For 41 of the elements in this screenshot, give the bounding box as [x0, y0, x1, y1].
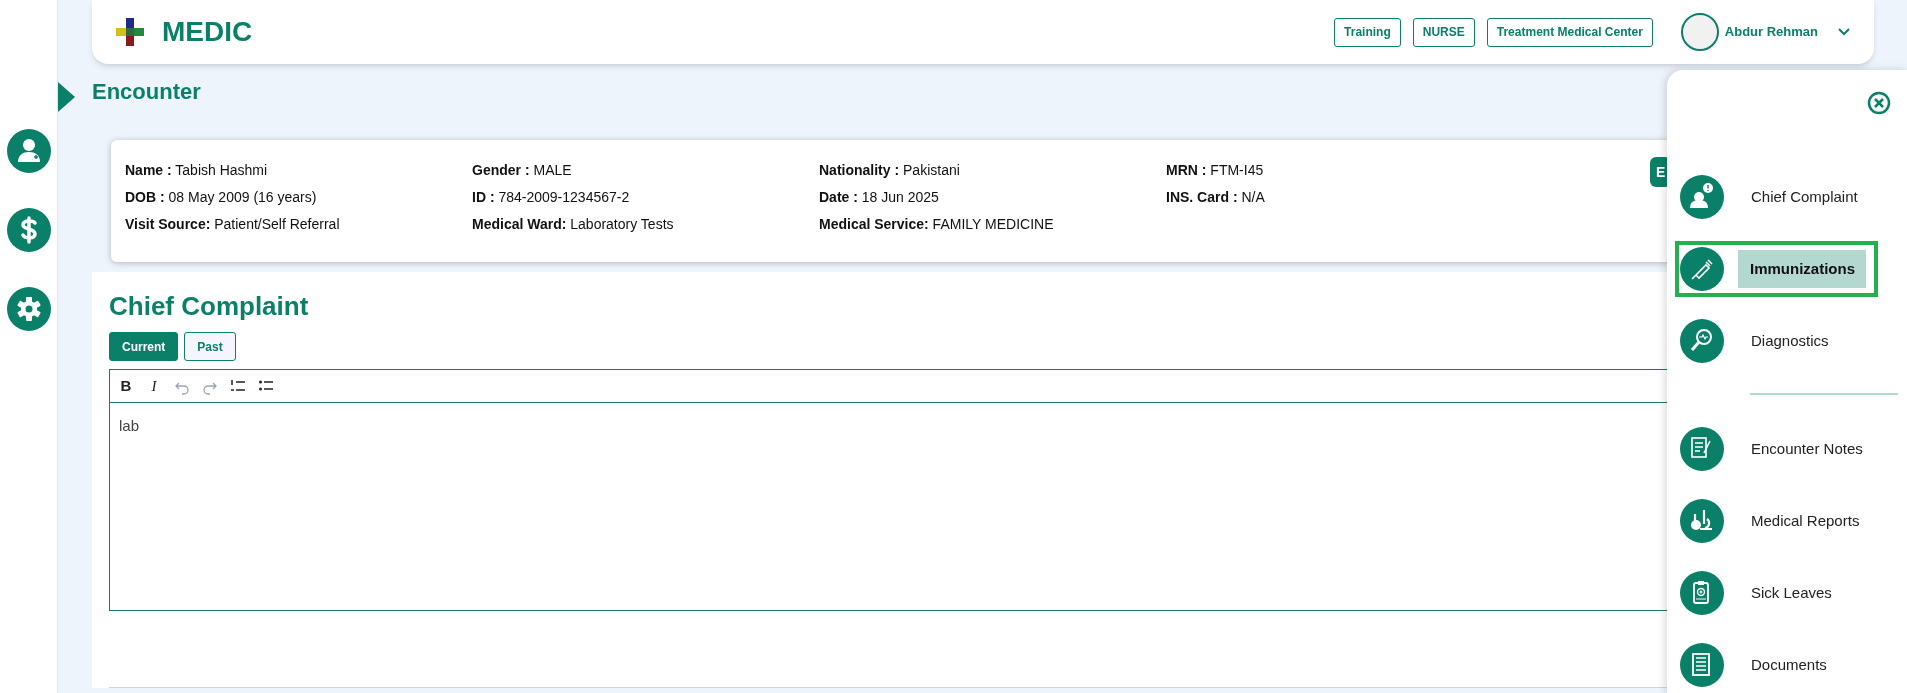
patient-field: Gender : MALE	[472, 160, 819, 181]
side-menu-item[interactable]: Diagnostics	[1680, 317, 1898, 365]
tab[interactable]: Past	[184, 332, 236, 361]
triangle-marker-icon	[58, 82, 75, 112]
dollar-icon[interactable]	[6, 208, 51, 252]
documents-icon	[1680, 643, 1724, 687]
patient-field: Medical Service: FAMILY MEDICINE	[819, 214, 1166, 235]
patient-field: Name : Tabish Hashmi	[125, 160, 472, 181]
tab[interactable]: Current	[109, 332, 179, 361]
patient-field: Date : 18 Jun 2025	[819, 187, 1166, 208]
complaint-icon	[1680, 175, 1724, 219]
notes-icon	[1680, 427, 1724, 471]
side-menu-item[interactable]: Documents	[1680, 641, 1898, 689]
patient-field: INS. Card : N/A	[1166, 187, 1513, 208]
user-avatar[interactable]	[1680, 13, 1719, 51]
chevron-down-icon[interactable]	[1838, 28, 1850, 36]
user-name[interactable]: Abdur Rehman	[1724, 22, 1818, 42]
bold-button[interactable]: B	[118, 374, 134, 398]
italic-button[interactable]: I	[146, 374, 162, 398]
lab-icon	[1680, 499, 1724, 543]
patient-field: DOB : 08 May 2009 (16 years)	[125, 187, 472, 208]
magnifier-icon	[1680, 319, 1724, 363]
patient-field: Visit Source: Patient/Self Referral	[125, 214, 472, 235]
section-title: Chief Complaint	[109, 290, 309, 322]
close-icon[interactable]	[1867, 91, 1891, 115]
syringe-icon	[1680, 247, 1724, 291]
app-logo-text: MEDIC	[162, 15, 253, 49]
settings-icon[interactable]	[6, 287, 51, 331]
patient-field: MRN : FTM-I45	[1166, 160, 1513, 181]
side-menu-item[interactable]: Immunizations	[1675, 241, 1878, 297]
doctor-icon[interactable]	[6, 129, 51, 173]
header-badge[interactable]: NURSE	[1412, 17, 1475, 47]
header-badge[interactable]: Training	[1334, 17, 1401, 47]
patient-field: ID : 784-2009-1234567-2	[472, 187, 819, 208]
patient-field: Medical Ward: Laboratory Tests	[472, 214, 819, 235]
patient-field: Nationality : Pakistani	[819, 160, 1166, 181]
logo-icon	[116, 18, 144, 46]
header-badge[interactable]: Treatment Medical Center	[1486, 17, 1653, 47]
page-title: Encounter	[92, 77, 201, 106]
side-menu-item[interactable]: Chief Complaint	[1680, 173, 1898, 221]
clipboard-icon	[1680, 571, 1724, 615]
